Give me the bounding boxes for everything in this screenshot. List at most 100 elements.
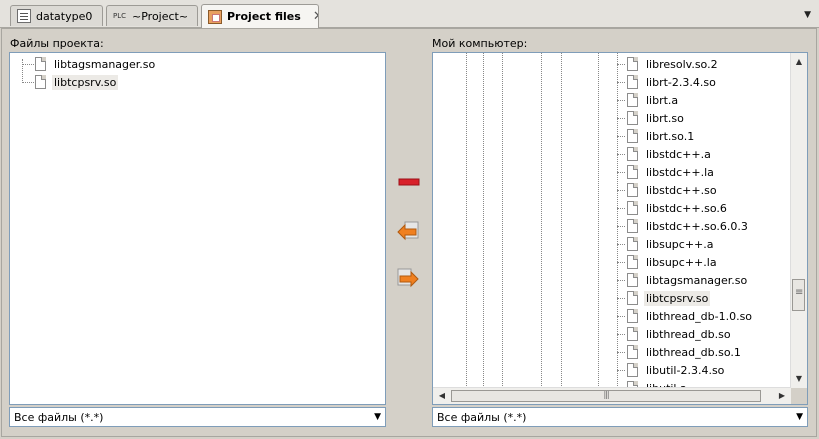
file-icon <box>35 75 46 89</box>
remove-from-project-button[interactable] <box>397 172 421 192</box>
document-icon <box>17 9 31 23</box>
file-item[interactable]: libresolv.so.2 <box>627 55 720 73</box>
file-item[interactable]: libsupc++.a <box>627 235 716 253</box>
scroll-corner <box>791 388 807 404</box>
file-item[interactable]: libsupc++.la <box>627 253 719 271</box>
export-to-computer-button[interactable] <box>396 268 420 288</box>
tab-bar: datatype0 PLC ~Project~ Project files ✕ … <box>0 0 819 28</box>
project-files-filter-select[interactable]: Все файлы (*.*) ▼ <box>9 407 386 427</box>
project-files-list[interactable]: libtagsmanager.so libtcpsrv.so <box>9 52 386 405</box>
arrow-left-icon <box>397 221 419 241</box>
file-icon <box>627 309 638 323</box>
file-item[interactable]: libtcpsrv.so <box>35 73 119 91</box>
file-label: libthread_db.so <box>646 327 731 341</box>
scroll-right-icon[interactable]: ▶ <box>775 388 789 404</box>
file-label: libstdc++.so <box>646 183 717 197</box>
tree-line <box>22 59 23 83</box>
file-item[interactable]: libstdc++.so.6.0.3 <box>627 217 750 235</box>
my-computer-tree[interactable]: libresolv.so.2 librt-2.3.4.so librt.a librt… <box>432 52 808 405</box>
tree-line <box>617 208 625 209</box>
file-icon <box>627 255 638 269</box>
file-icon <box>627 93 638 107</box>
minus-icon <box>398 178 420 186</box>
tree-line <box>561 53 562 390</box>
file-icon <box>627 237 638 251</box>
file-label: libtcpsrv.so <box>644 290 711 306</box>
file-item[interactable]: libutil-2.3.4.so <box>627 361 726 379</box>
tree-line <box>541 53 542 390</box>
file-icon <box>627 363 638 377</box>
tree-line <box>617 64 625 65</box>
tab-project-files[interactable]: Project files ✕ <box>201 4 319 28</box>
project-files-icon <box>208 9 222 24</box>
tree-line <box>617 244 625 245</box>
tree-line <box>617 352 625 353</box>
file-item[interactable]: librt.so <box>627 109 686 127</box>
file-icon <box>627 273 638 287</box>
tabs-menu-icon[interactable]: ▼ <box>804 10 811 20</box>
tree-line <box>617 82 625 83</box>
file-item[interactable]: libstdc++.so.6 <box>627 199 729 217</box>
file-item[interactable]: librt.so.1 <box>627 127 696 145</box>
add-to-project-button[interactable] <box>396 221 420 241</box>
vertical-scrollbar[interactable]: ▲ ▼ <box>790 53 807 388</box>
file-item[interactable]: libthread_db-1.0.so <box>627 307 754 325</box>
file-icon <box>627 201 638 215</box>
file-label: libresolv.so.2 <box>646 57 718 71</box>
file-icon <box>627 291 638 305</box>
file-label: librt-2.3.4.so <box>646 75 716 89</box>
filter-value: Все файлы (*.*) <box>14 410 104 424</box>
file-icon <box>627 183 638 197</box>
file-item[interactable]: libstdc++.la <box>627 163 716 181</box>
file-icon <box>627 165 638 179</box>
file-label: libstdc++.a <box>646 147 711 161</box>
tree-line <box>617 262 625 263</box>
tab-datatype0[interactable]: datatype0 <box>10 5 103 26</box>
file-label: libthread_db-1.0.so <box>646 309 753 323</box>
file-label: librt.so.1 <box>646 129 695 143</box>
scroll-up-icon[interactable]: ▲ <box>791 55 807 69</box>
tree-line <box>617 118 625 119</box>
tree-line <box>617 190 625 191</box>
tree-line <box>617 226 625 227</box>
arrow-right-icon <box>397 268 419 288</box>
tree-line <box>617 334 625 335</box>
chevron-down-icon: ▼ <box>796 412 803 422</box>
tab-project[interactable]: PLC ~Project~ <box>106 5 198 26</box>
tree-line <box>466 53 467 390</box>
file-item[interactable]: libstdc++.so <box>627 181 719 199</box>
file-label: libstdc++.la <box>646 165 714 179</box>
vertical-scroll-thumb[interactable] <box>792 279 805 311</box>
tree-line <box>22 64 34 65</box>
tree-line <box>22 82 34 83</box>
tree-line <box>617 136 625 137</box>
tree-line <box>617 172 625 173</box>
tree-line <box>617 100 625 101</box>
file-label: libtcpsrv.so <box>52 74 119 90</box>
scroll-left-icon[interactable]: ◀ <box>435 388 449 404</box>
tab-label: datatype0 <box>36 9 93 23</box>
plc-icon: PLC <box>113 12 127 20</box>
file-icon <box>627 57 638 71</box>
file-label: librt.a <box>646 93 679 107</box>
tree-line <box>617 280 625 281</box>
file-icon <box>627 147 638 161</box>
horizontal-scrollbar[interactable]: ◀ ▶ <box>433 387 791 404</box>
file-item[interactable]: libtagsmanager.so <box>627 271 749 289</box>
tab-label: Project files <box>227 10 301 23</box>
file-item[interactable]: libtagsmanager.so <box>35 55 157 73</box>
file-item[interactable]: librt-2.3.4.so <box>627 73 718 91</box>
file-item[interactable]: librt.a <box>627 91 680 109</box>
close-icon[interactable]: ✕ <box>313 9 318 24</box>
file-label: libsupc++.la <box>646 255 717 269</box>
file-item[interactable]: libstdc++.a <box>627 145 713 163</box>
file-item[interactable]: libthread_db.so <box>627 325 733 343</box>
file-item[interactable]: libtcpsrv.so <box>627 289 711 307</box>
scroll-down-icon[interactable]: ▼ <box>791 372 807 386</box>
horizontal-scroll-thumb[interactable] <box>451 390 761 402</box>
project-files-label: Файлы проекта: <box>10 37 104 50</box>
my-computer-filter-select[interactable]: Все файлы (*.*) ▼ <box>432 407 808 427</box>
tree-line <box>483 53 484 390</box>
file-item[interactable]: libthread_db.so.1 <box>627 343 743 361</box>
file-icon <box>627 219 638 233</box>
